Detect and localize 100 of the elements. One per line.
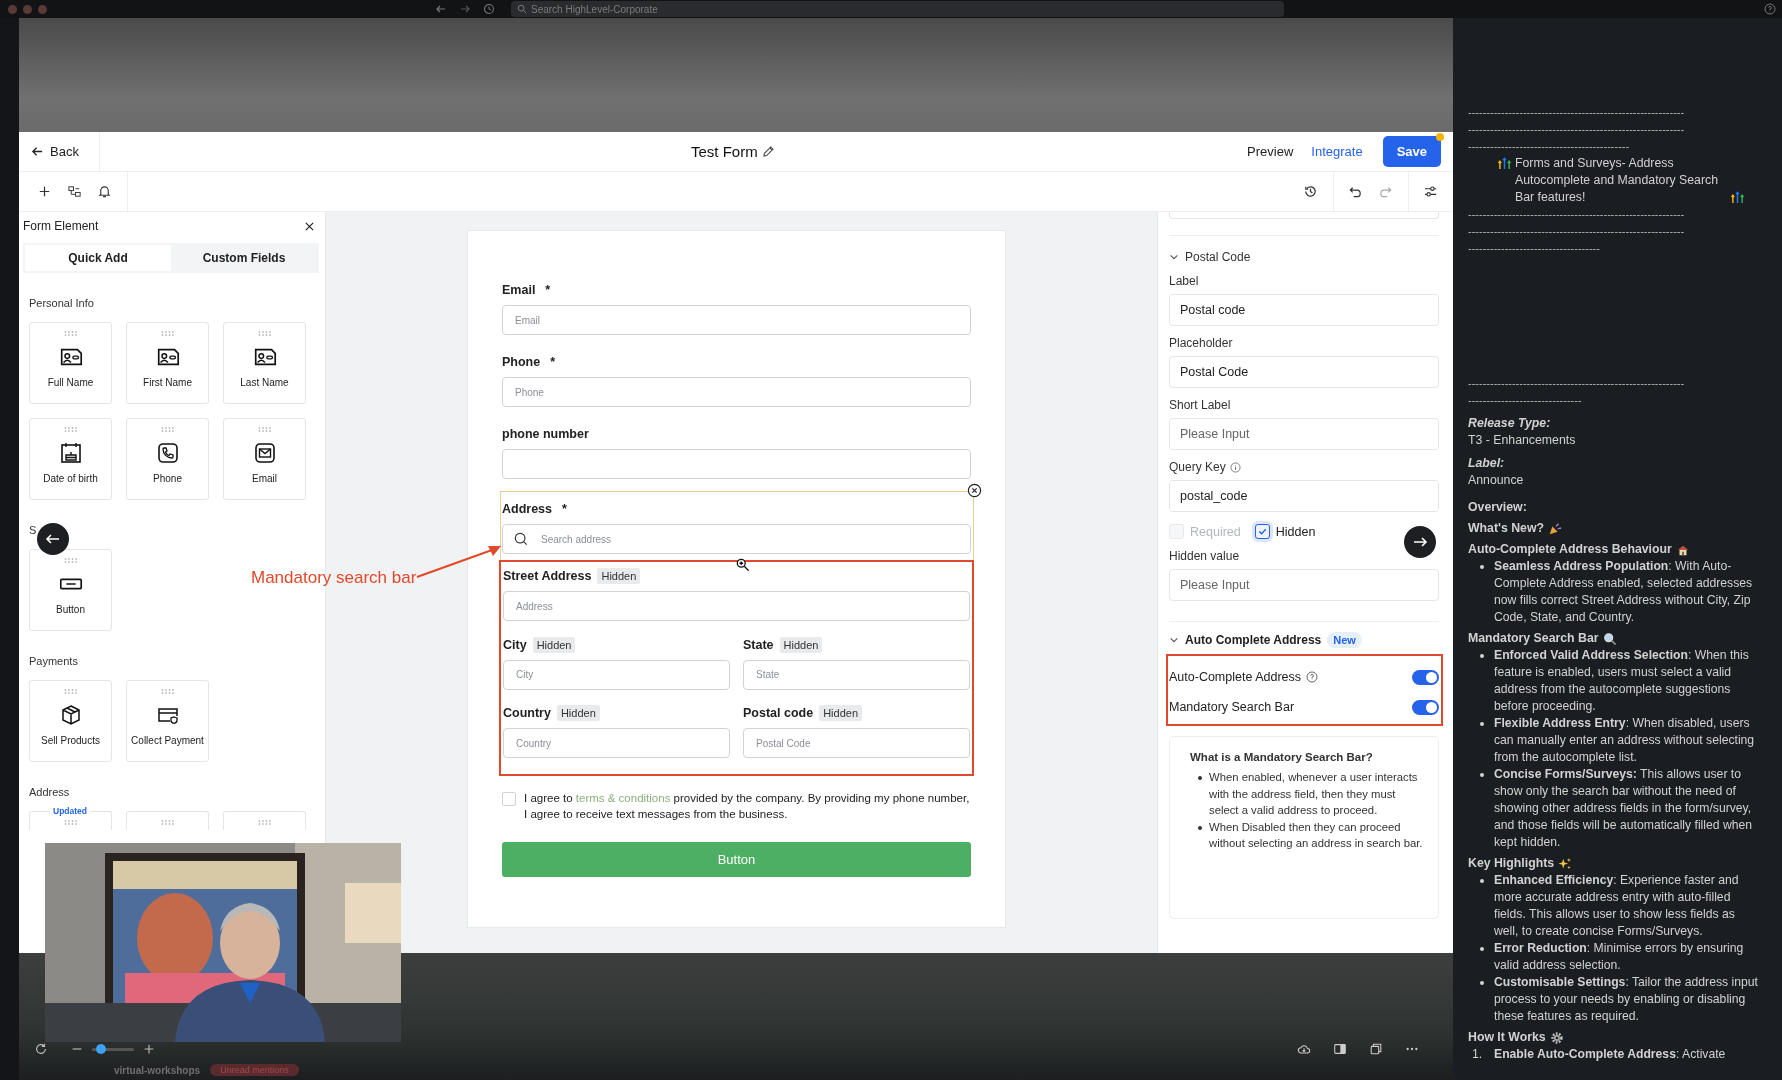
input-field[interactable]: City [503,659,730,690]
note-text: Seamless Address Population: With Auto-Complete Address enabled, selected addresses now fills correct Street Address without City, Zip Code, State, and Country. [1494,558,1754,626]
preview-button[interactable]: Preview [1241,138,1300,165]
bell-icon[interactable] [97,184,112,199]
input-field[interactable]: Email [502,305,971,335]
section-title[interactable]: Postal Code [1185,250,1251,264]
bullet-icon [1198,776,1202,780]
toggle-switch[interactable] [1412,699,1439,715]
next-button[interactable] [1404,526,1436,558]
input-field[interactable]: Country [503,728,730,759]
dash-rule: -------------------------------------------- [1468,139,1631,154]
drag-handle-icon[interactable] [257,331,272,336]
element-card[interactable]: Phone [126,418,209,500]
element-card[interactable]: Collect Payment [126,680,209,762]
drag-handle-icon[interactable] [63,331,78,336]
back-button[interactable]: Back [19,140,91,163]
input-field[interactable]: Postal code [1169,294,1439,326]
element-card[interactable]: Email [223,418,306,500]
info-icon[interactable] [1229,461,1241,473]
close-button[interactable] [8,4,17,14]
panel-tab[interactable]: Custom Fields [171,245,317,271]
card-label: First Name [143,377,192,388]
drag-handle-icon[interactable] [63,689,78,694]
input-field[interactable] [1169,212,1439,219]
toggle-label: Auto-Complete Address [1169,670,1301,684]
element-card[interactable]: Button [29,549,112,631]
integrate-button[interactable]: Integrate [1305,138,1369,165]
input-field[interactable]: Postal Code [743,728,970,759]
drag-handle-icon[interactable] [257,427,272,432]
copy-icon[interactable] [1369,1042,1383,1056]
input-field[interactable]: postal_code [1169,480,1439,512]
consent-checkbox[interactable] [502,792,516,806]
layers-icon[interactable] [67,184,82,199]
refresh-icon[interactable] [34,1042,48,1056]
card-label: Full Name [47,377,94,388]
element-card[interactable]: Full Name [29,322,112,404]
note-text: Enable Auto-Complete Address: Activate [1494,1046,1726,1063]
bullet-icon [1480,773,1484,777]
bullet-icon [1480,565,1484,569]
drag-handle-icon[interactable] [63,820,78,825]
forward-icon[interactable] [459,3,471,15]
history-icon[interactable] [1303,184,1318,199]
element-card[interactable]: Sell Products [29,680,112,762]
field-label: phone number [502,427,589,441]
element-card[interactable]: Last Name [223,322,306,404]
input-field[interactable]: Please Input [1169,418,1439,450]
address-block[interactable]: Address * Search address [500,491,974,560]
drag-handle-icon[interactable] [160,689,175,694]
element-card[interactable]: First Name [126,322,209,404]
remove-icon[interactable] [967,483,982,498]
input-field[interactable]: State [743,659,970,690]
drag-handle-icon[interactable] [63,558,78,563]
chevron-icon[interactable] [1169,635,1179,645]
panel-tab[interactable]: Quick Add [25,245,171,271]
input-field[interactable]: Postal Code [1169,356,1439,388]
checkbox-label: Required [1190,524,1241,539]
zoom-button[interactable] [38,4,47,14]
sidebar-icon[interactable] [1333,1042,1347,1056]
bullet-icon [1480,722,1484,726]
drag-handle-icon[interactable] [63,427,78,432]
chevron-icon[interactable] [1169,252,1179,262]
edit-icon[interactable] [761,145,775,158]
dash-rule: ------------------------------------ [1468,241,1601,256]
drag-handle-icon[interactable] [160,331,175,336]
back-icon[interactable] [435,3,447,15]
section-title[interactable]: Auto Complete Address [1185,633,1322,647]
input-field[interactable] [502,449,971,479]
announcement-title: Forms and Surveys- Address Autocomplete and Mandatory Search Bar features! [1515,155,1720,206]
input-field[interactable]: Address [503,591,970,621]
minimize-button[interactable] [23,4,32,14]
element-card[interactable]: Date of birth [29,418,112,500]
checkbox[interactable] [1254,524,1270,539]
previous-button[interactable] [37,523,69,555]
dash-rule: ----------------------------------------------------------- [1468,207,1686,222]
drag-handle-icon[interactable] [160,427,175,432]
close-icon[interactable] [304,220,315,232]
search-icon [517,4,527,14]
zoom-in-icon[interactable] [142,1042,156,1056]
address-search-field[interactable]: Search address [502,524,971,554]
checkmark-icon [1256,526,1268,537]
input-field[interactable]: Please Input [1169,569,1439,601]
save-button[interactable]: Save [1382,136,1441,167]
drag-handle-icon[interactable] [160,820,175,825]
toggle-switch[interactable] [1412,669,1439,685]
help-text: When Disabled then they can proceed without selecting an address in search bar. [1209,819,1424,851]
help-icon[interactable] [1306,671,1318,683]
search-field[interactable]: Search HighLevel-Corporate [511,1,1284,17]
field-label: Email [502,283,536,297]
field-label: Placeholder [1169,336,1233,350]
zoom-slider[interactable] [92,1047,134,1051]
settings-icon[interactable] [1423,184,1438,199]
add-icon[interactable] [37,184,52,199]
drag-handle-icon[interactable] [257,820,272,825]
field-label: State [743,637,774,652]
required-mark: * [562,502,567,516]
input-field[interactable]: Phone [502,377,971,407]
help-icon[interactable] [1764,3,1776,15]
field-label: Short Label [1169,398,1231,412]
meta-label: Label: [1468,455,1506,472]
cloud-icon[interactable] [1297,1042,1311,1056]
